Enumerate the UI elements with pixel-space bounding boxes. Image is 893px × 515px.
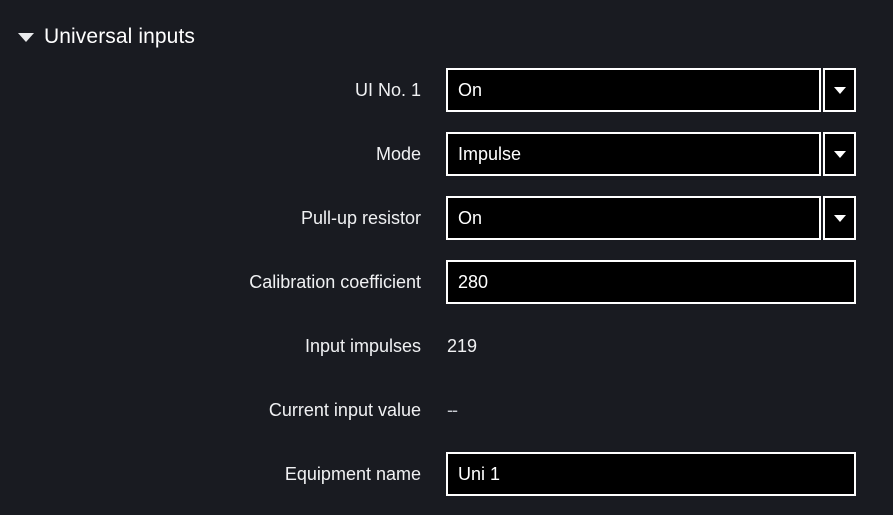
page-title: Universal inputs (44, 25, 195, 48)
control-calibration-coefficient: 280 (446, 260, 856, 304)
label-mode: Mode (375, 144, 421, 164)
caret-down-icon[interactable] (18, 32, 34, 42)
form-row-mode: Mode Impulse (0, 132, 893, 176)
select-ui-no-1[interactable]: On (446, 68, 821, 112)
control-ui-no-1: On (446, 68, 856, 112)
label-current-input-value: Current input value (268, 400, 421, 420)
input-calibration-coefficient[interactable]: 280 (446, 260, 856, 304)
label-equipment-name: Equipment name (284, 464, 421, 484)
select-pull-up-resistor[interactable]: On (446, 196, 821, 240)
control-mode: Impulse (446, 132, 856, 176)
select-mode[interactable]: Impulse (446, 132, 821, 176)
control-pull-up-resistor: On (446, 196, 856, 240)
form-row-ui-no-1: UI No. 1 On (0, 68, 893, 112)
form-row-equipment-name: Equipment name Uni 1 (0, 452, 893, 496)
form-row-pull-up-resistor: Pull-up resistor On (0, 196, 893, 240)
label-input-impulses: Input impulses (304, 336, 421, 356)
value-input-impulses: 219 (447, 336, 478, 356)
universal-inputs-panel: Universal inputs UI No. 1 On Mode Impuls… (0, 0, 893, 515)
label-calibration-coefficient: Calibration coefficient (249, 272, 421, 292)
control-input-impulses: 219 (446, 324, 477, 368)
section-header-universal-inputs[interactable]: Universal inputs (0, 20, 195, 54)
universal-inputs-form: UI No. 1 On Mode Impulse Pull-up resisto… (0, 68, 893, 496)
form-row-current-input-value: Current input value -- (0, 388, 893, 432)
control-equipment-name: Uni 1 (446, 452, 856, 496)
chevron-down-icon (833, 214, 846, 222)
label-ui-no-1: UI No. 1 (354, 80, 421, 100)
control-current-input-value: -- (446, 388, 458, 432)
dropdown-button-mode[interactable] (823, 132, 856, 176)
input-equipment-name[interactable]: Uni 1 (446, 452, 856, 496)
dropdown-button-ui-no-1[interactable] (823, 68, 856, 112)
chevron-down-icon (833, 86, 846, 94)
dropdown-button-pull-up-resistor[interactable] (823, 196, 856, 240)
value-current-input-value: -- (447, 400, 458, 420)
chevron-down-icon (833, 150, 846, 158)
form-row-input-impulses: Input impulses 219 (0, 324, 893, 368)
form-row-calibration-coefficient: Calibration coefficient 280 (0, 260, 893, 304)
label-pull-up-resistor: Pull-up resistor (300, 208, 421, 228)
